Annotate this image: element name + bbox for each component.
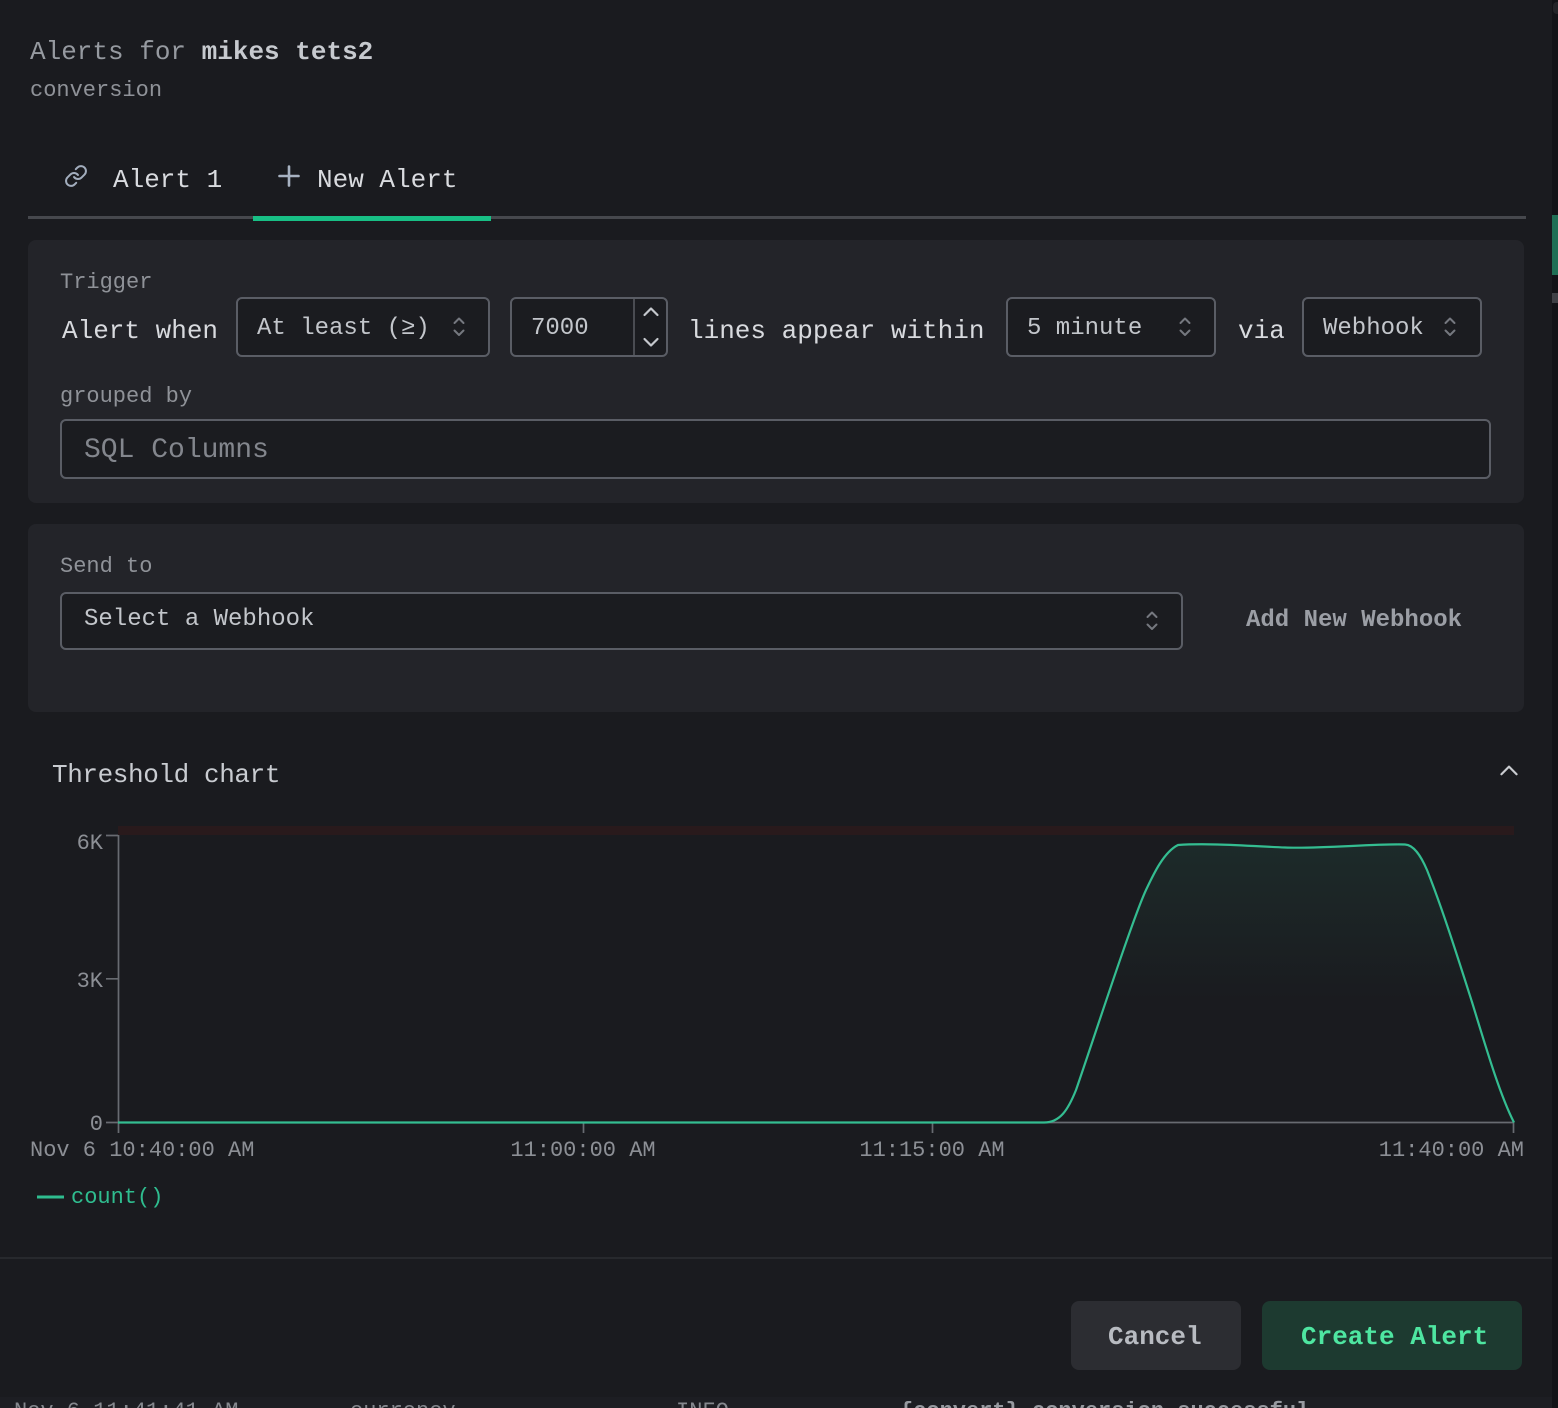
svg-text:Nov 6 10:40:00 AM: Nov 6 10:40:00 AM: [30, 1138, 254, 1163]
svg-text:0: 0: [90, 1112, 103, 1137]
svg-text:11:15:00 AM: 11:15:00 AM: [859, 1138, 1004, 1163]
svg-text:count(): count(): [71, 1185, 163, 1210]
svg-text:11:40:00 AM: 11:40:00 AM: [1379, 1138, 1524, 1163]
svg-text:6K: 6K: [77, 831, 104, 856]
svg-text:3K: 3K: [77, 969, 104, 994]
svg-text:11:00:00 AM: 11:00:00 AM: [510, 1138, 655, 1163]
